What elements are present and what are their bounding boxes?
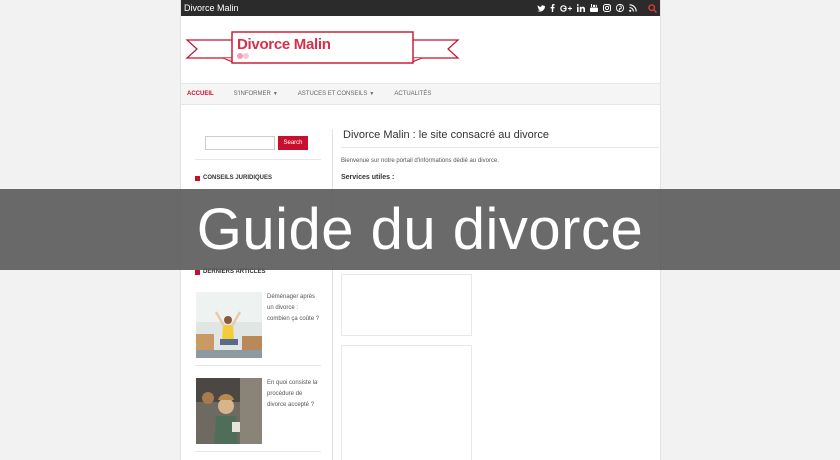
title-divider <box>341 147 659 148</box>
overlay-title: Guide du divorce <box>196 197 644 262</box>
widget-title-label: CONSEILS JURIDIQUES <box>203 175 273 181</box>
list-item[interactable]: Déménager après un divorce : combien ça … <box>196 292 322 358</box>
post-thumbnail[interactable] <box>196 292 262 358</box>
intro-text: Bienvenue sur notre portail d'informatio… <box>341 158 499 164</box>
site-header: Divorce Malin <box>181 16 660 82</box>
social-icons <box>537 3 657 13</box>
nav-item-label: ASTUCES ET CONSEILS <box>297 91 368 97</box>
divider <box>195 451 321 452</box>
title-overlay: Guide du divorce <box>0 189 840 270</box>
list-item[interactable]: En quoi consiste la procédure de divorce… <box>196 378 322 444</box>
page-title: Divorce Malin : le site consacré au divo… <box>343 129 550 141</box>
youtube-icon[interactable] <box>590 4 598 12</box>
nav-item-sinformer[interactable]: S'INFORMER ▼ <box>234 91 278 97</box>
facebook-icon[interactable] <box>550 4 555 12</box>
top-bar: Divorce Malin <box>181 0 660 16</box>
widget-square-icon <box>195 175 200 181</box>
site-brand[interactable]: Divorce Malin <box>184 3 537 13</box>
linkedin-icon[interactable] <box>577 4 585 12</box>
sidebar: Search CONSEILS JURIDIQUES DERNIERS ARTI… <box>193 129 333 460</box>
services-label: Services utiles : <box>341 174 395 181</box>
sidebar-search: Search <box>205 136 332 150</box>
divider <box>195 159 321 160</box>
google-plus-icon[interactable] <box>560 4 572 12</box>
logo-text[interactable]: Divorce Malin <box>237 36 331 53</box>
widget-title-conseils: CONSEILS JURIDIQUES <box>195 175 272 181</box>
nav-item-actualites[interactable]: ACTUALITÉS <box>394 91 431 97</box>
widget-square-icon <box>195 269 200 275</box>
caret-down-icon: ▼ <box>272 91 278 97</box>
rss-icon[interactable] <box>629 4 637 12</box>
post-title[interactable]: En quoi consiste la procédure de divorce… <box>267 378 322 444</box>
twitter-icon[interactable] <box>537 4 545 12</box>
search-icon[interactable] <box>648 3 657 13</box>
nav-item-label: S'INFORMER <box>233 91 271 97</box>
post-thumbnail[interactable] <box>196 378 262 444</box>
main-navigation: ACCUEIL S'INFORMER ▼ ASTUCES ET CONSEILS ▼… <box>181 83 660 105</box>
divider <box>195 365 321 366</box>
service-card[interactable] <box>341 274 472 336</box>
nav-item-accueil[interactable]: ACCUEIL <box>187 91 214 97</box>
post-title[interactable]: Déménager après un divorce : combien ça … <box>267 292 322 358</box>
search-button[interactable]: Search <box>278 136 308 150</box>
pinterest-icon[interactable] <box>616 4 624 12</box>
instagram-icon[interactable] <box>603 4 611 12</box>
nav-item-astuces[interactable]: ASTUCES ET CONSEILS ▼ <box>298 91 375 97</box>
main-content: Divorce Malin : le site consacré au divo… <box>341 129 659 460</box>
caret-down-icon: ▼ <box>369 91 375 97</box>
service-card[interactable] <box>341 345 472 460</box>
search-input[interactable] <box>205 136 275 150</box>
